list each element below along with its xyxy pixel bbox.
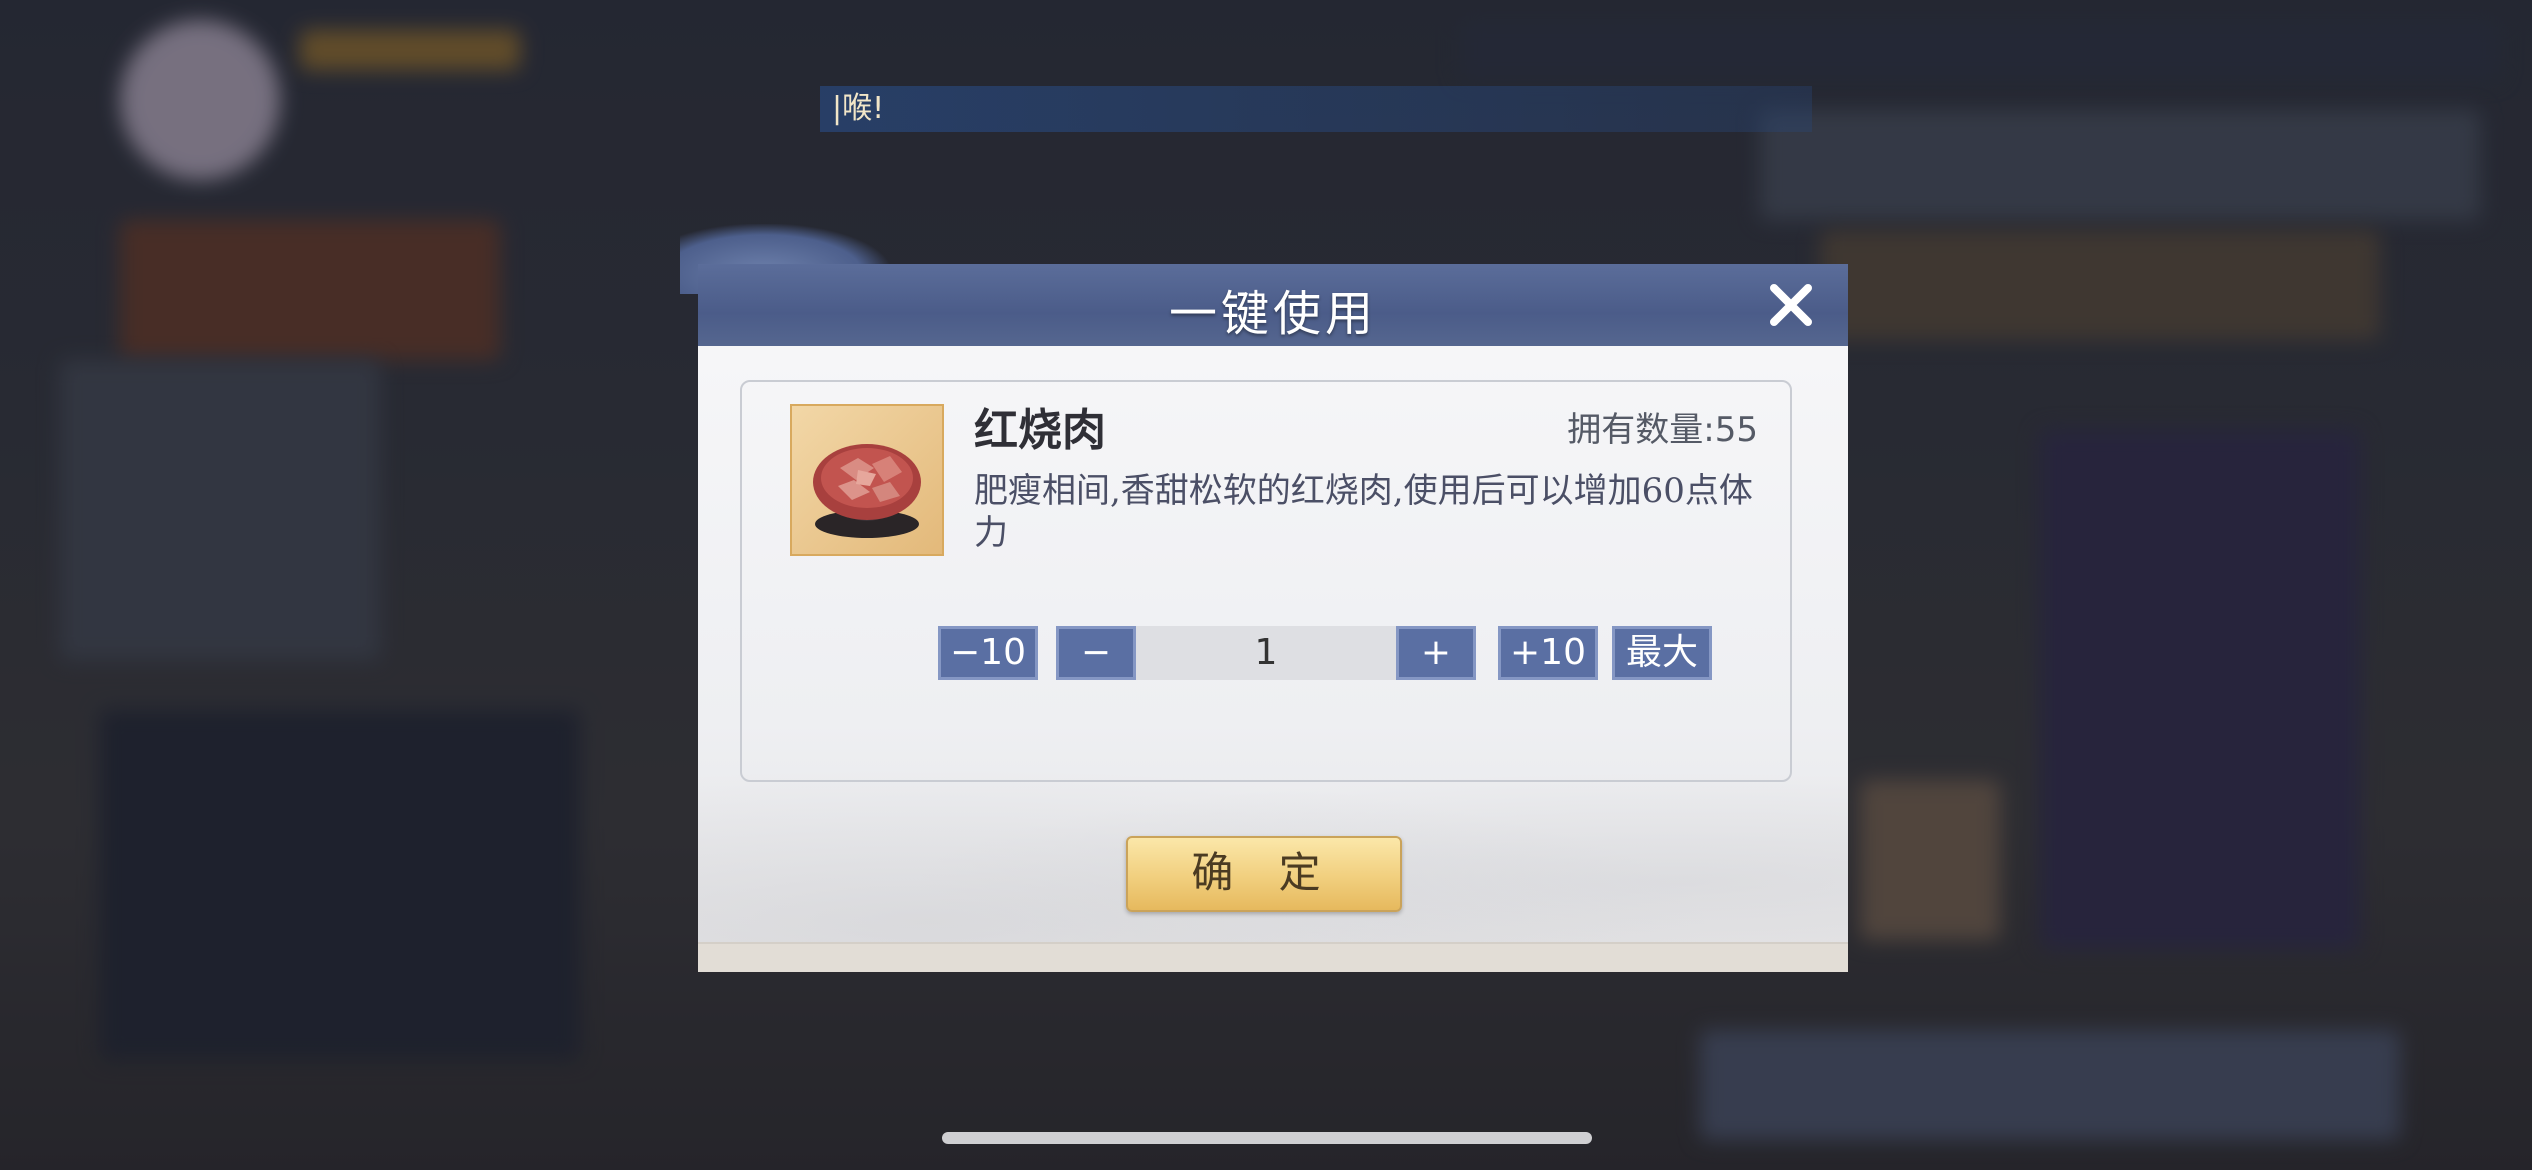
close-button[interactable] — [1764, 278, 1818, 332]
dialog-footer-band — [698, 942, 1848, 972]
plus-button[interactable]: + — [1396, 626, 1476, 680]
minus-button[interactable]: − — [1056, 626, 1136, 680]
confirm-button[interactable]: 确 定 — [1126, 836, 1402, 912]
item-icon — [790, 404, 944, 556]
minus-10-button[interactable]: −10 — [938, 626, 1038, 680]
item-description: 肥瘦相间,香甜松软的红烧肉,使用后可以增加60点体力 — [974, 471, 1753, 553]
home-indicator[interactable] — [942, 1132, 1592, 1144]
braised-pork-bowl-icon — [813, 444, 921, 538]
close-icon — [1770, 284, 1812, 326]
owned-count: 拥有数量:55 — [1567, 410, 1758, 450]
dialog-header: 一键使用 — [698, 264, 1848, 348]
dialog-title: 一键使用 — [1168, 286, 1377, 342]
plus-10-button[interactable]: +10 — [1498, 626, 1598, 680]
announcement-ticker: |喉! — [820, 86, 1812, 132]
max-button[interactable]: 最大 — [1612, 626, 1712, 680]
ticker-text: |喉! — [832, 91, 885, 126]
use-item-dialog: 一键使用 红烧肉 拥有数量:55 肥瘦相间,香甜松软的红烧肉,使用后可以增加60… — [680, 224, 1848, 972]
quantity-value[interactable]: 1 — [1136, 626, 1396, 680]
item-name: 红烧肉 — [974, 405, 1106, 456]
